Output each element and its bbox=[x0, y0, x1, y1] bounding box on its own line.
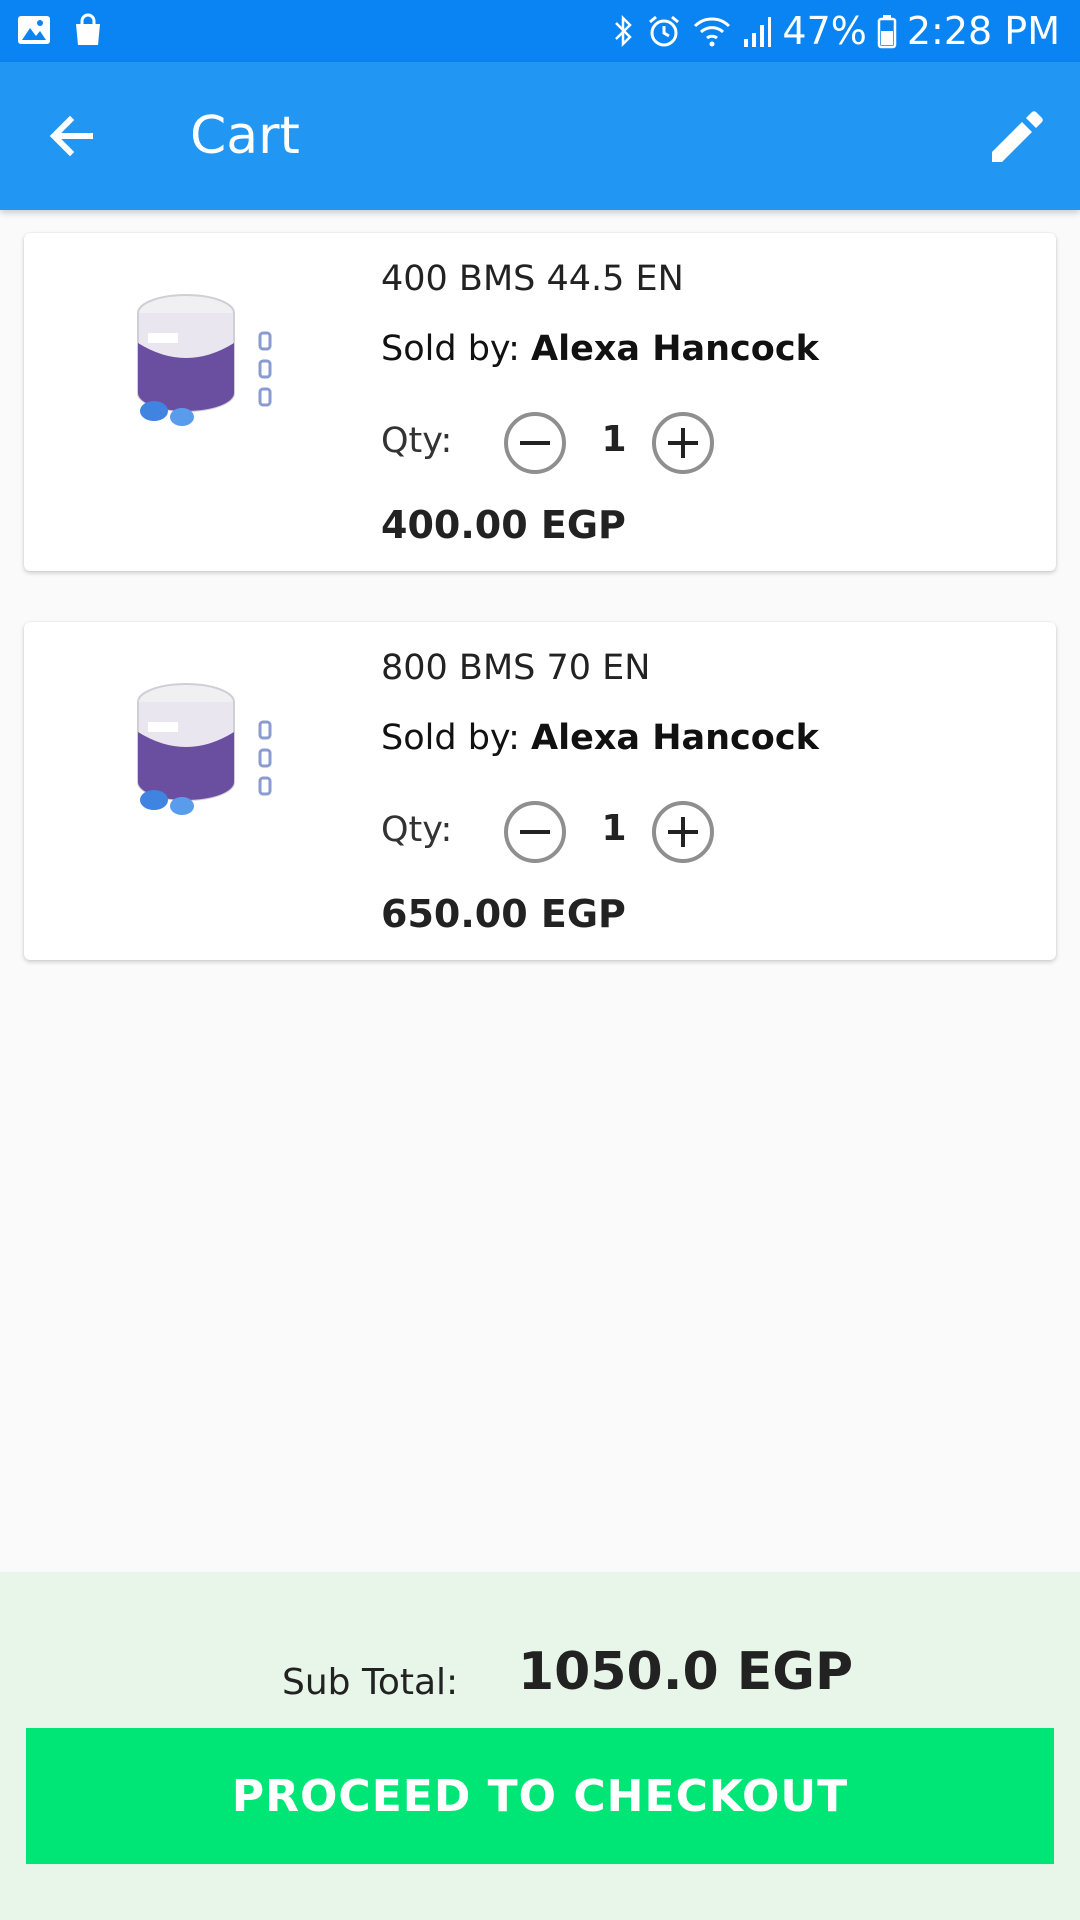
back-button[interactable] bbox=[40, 104, 104, 168]
sold-by-label: Sold by: bbox=[381, 718, 520, 758]
signal-icon bbox=[744, 17, 772, 47]
wifi-icon bbox=[694, 17, 731, 47]
page-title: Cart bbox=[190, 106, 300, 166]
app-bar: Cart bbox=[0, 62, 1080, 210]
alarm-icon bbox=[649, 15, 680, 47]
status-left-icons bbox=[16, 12, 106, 48]
decrease-qty-button[interactable] bbox=[503, 800, 567, 864]
qty-label: Qty: bbox=[381, 810, 453, 850]
sold-by: Sold by: Alexa Hancock bbox=[381, 718, 819, 758]
qty-value: 1 bbox=[601, 808, 627, 849]
qty-label: Qty: bbox=[381, 421, 453, 461]
item-name: 400 BMS 44.5 EN bbox=[381, 259, 684, 299]
cart-item: 400 BMS 44.5 EN Sold by: Alexa Hancock Q… bbox=[24, 233, 1056, 571]
product-image[interactable] bbox=[124, 283, 304, 443]
status-bar: 47% 2:28 PM bbox=[0, 0, 1080, 62]
subtotal-value: 1050.0 EGP bbox=[518, 1642, 854, 1702]
sold-by-label: Sold by: bbox=[381, 329, 520, 369]
plus-circle-icon bbox=[652, 801, 714, 863]
item-name: 800 BMS 70 EN bbox=[381, 648, 651, 688]
cart-item: 800 BMS 70 EN Sold by: Alexa Hancock Qty… bbox=[24, 622, 1056, 960]
status-right-icons: 47% 2:28 PM bbox=[612, 8, 1060, 54]
seller-name[interactable]: Alexa Hancock bbox=[531, 329, 819, 369]
plus-circle-icon bbox=[652, 412, 714, 474]
increase-qty-button[interactable] bbox=[651, 411, 715, 475]
battery-icon bbox=[877, 15, 897, 49]
pencil-icon bbox=[992, 111, 1043, 162]
product-image[interactable] bbox=[124, 672, 304, 832]
proceed-to-checkout-button[interactable]: PROCEED TO CHECKOUT bbox=[26, 1728, 1054, 1864]
minus-circle-icon bbox=[504, 801, 566, 863]
item-price: 650.00 EGP bbox=[381, 892, 626, 936]
status-time: 2:28 PM bbox=[906, 9, 1060, 53]
battery-percent: 47% bbox=[782, 9, 867, 53]
arrow-back-icon bbox=[49, 115, 93, 157]
bluetooth-icon bbox=[615, 14, 633, 48]
subtotal-label: Sub Total: bbox=[282, 1662, 459, 1703]
shopping-bag-icon bbox=[76, 13, 100, 45]
minus-circle-icon bbox=[504, 412, 566, 474]
increase-qty-button[interactable] bbox=[651, 800, 715, 864]
checkout-panel: Sub Total: 1050.0 EGP PROCEED TO CHECKOU… bbox=[0, 1572, 1080, 1920]
sold-by: Sold by: Alexa Hancock bbox=[381, 329, 819, 369]
qty-value: 1 bbox=[601, 419, 627, 460]
item-price: 400.00 EGP bbox=[381, 503, 626, 547]
edit-button[interactable] bbox=[980, 102, 1050, 172]
seller-name[interactable]: Alexa Hancock bbox=[531, 718, 819, 758]
decrease-qty-button[interactable] bbox=[503, 411, 567, 475]
gallery-icon bbox=[18, 16, 50, 44]
